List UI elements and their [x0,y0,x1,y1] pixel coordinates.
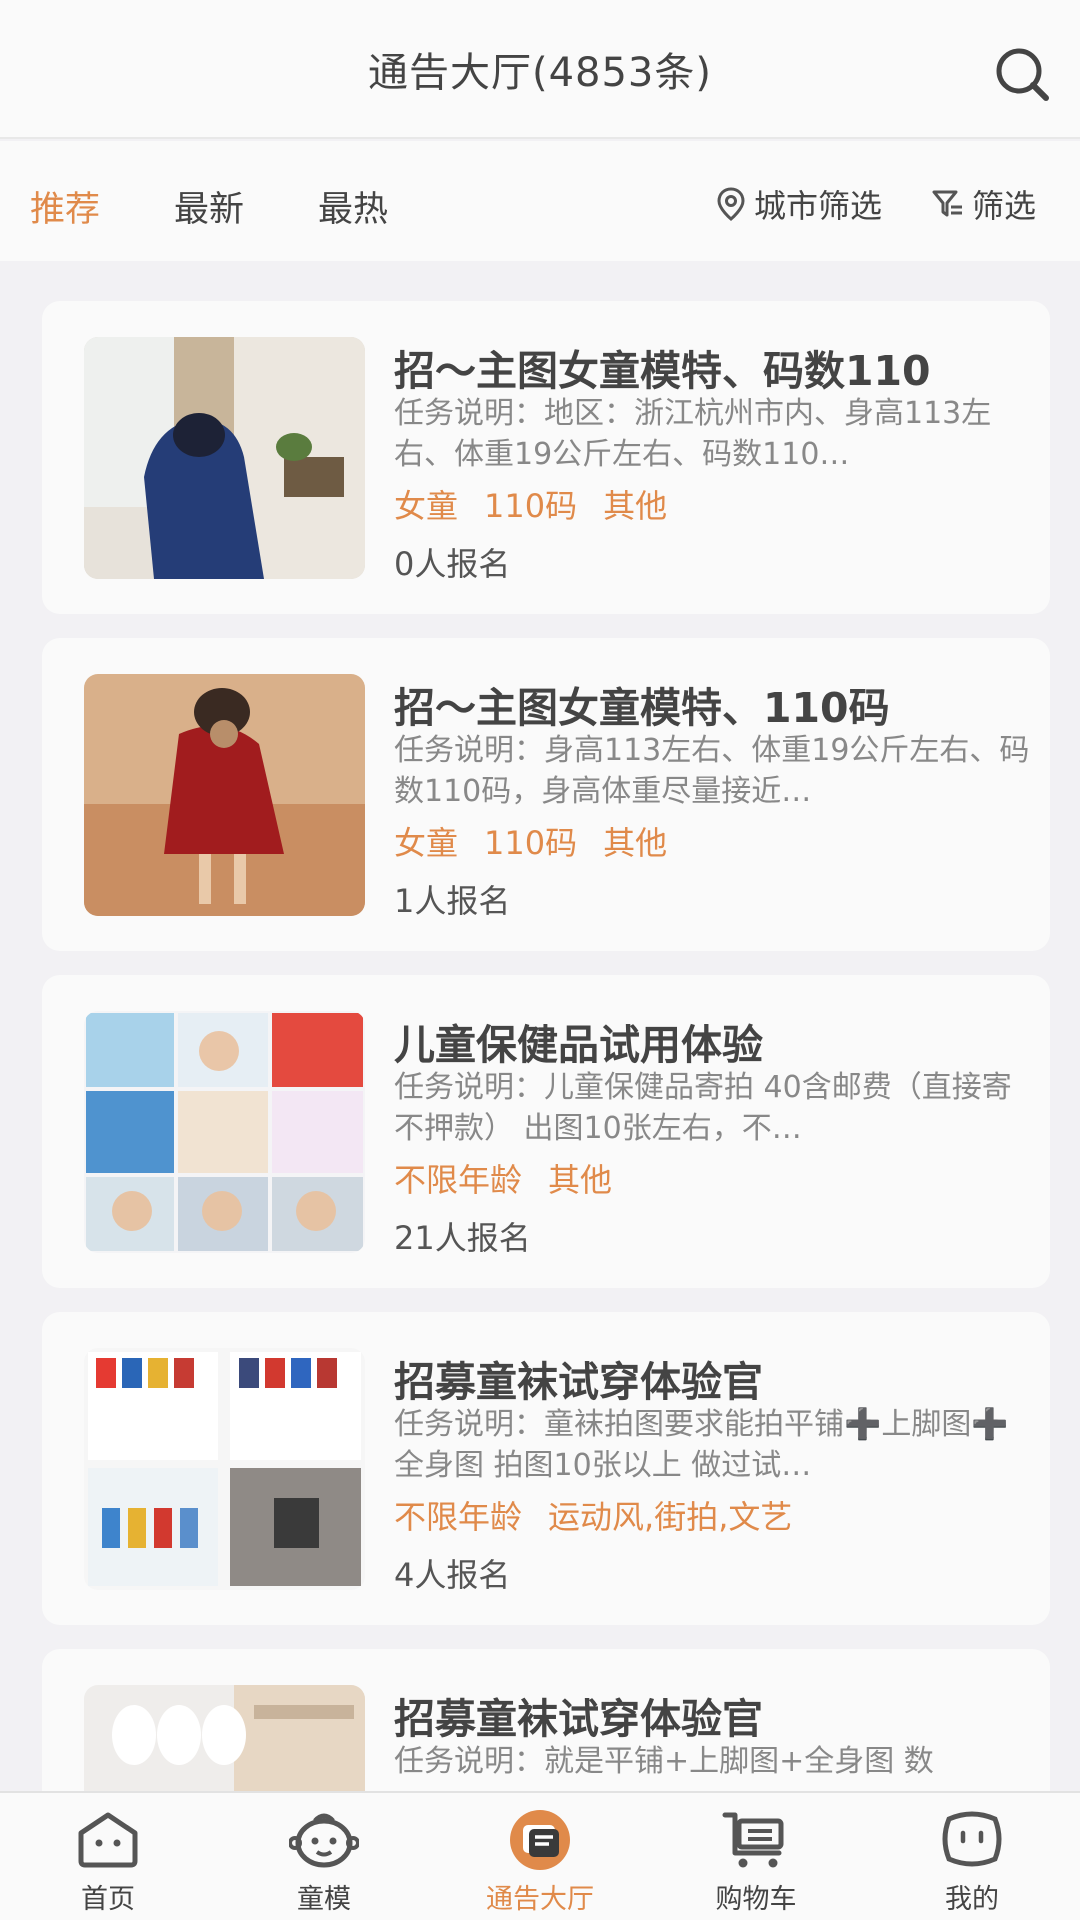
notice-title: 招募童袜试穿体验官 [394,1695,763,1743]
notice-tags: 不限年龄 其他 [394,1155,638,1201]
tabbar-item-child-model[interactable]: 童模 [216,1793,432,1920]
notice-thumbnail [84,1685,365,1791]
profile-icon [942,1811,1002,1867]
location-pin-icon [717,187,745,221]
notice-thumbnail [84,1011,365,1253]
notice-thumbnail [84,674,365,916]
notice-thumbnail [84,1348,365,1590]
notice-card[interactable]: 儿童保健品试用体验 任务说明：儿童保健品寄拍 40含邮费（直接寄不押款） 出图1… [42,975,1050,1288]
tabbar-label: 童模 [297,1884,351,1915]
filter-label: 筛选 [972,187,1037,225]
bottom-tab-bar: 首页 童模 通告大厅 购物车 我的 [0,1791,1080,1920]
tabbar-label: 购物车 [715,1884,797,1915]
tab-hottest[interactable]: 最热 [318,181,388,232]
signup-count: 4人报名 [394,1556,511,1594]
tag: 110码 [484,487,578,525]
home-icon [78,1812,138,1868]
notice-hall-icon [510,1810,570,1870]
tag: 110码 [484,824,578,862]
notice-tags: 女童 110码 其他 [394,481,693,527]
tabbar-label: 通告大厅 [486,1884,594,1915]
notice-thumbnail [84,337,365,579]
notice-description: 任务说明：童袜拍图要求能拍平铺➕上脚图➕全身图 拍图10张以上 做过试… [394,1407,1009,1483]
tabbar-label: 我的 [945,1884,999,1915]
page-title: 通告大厅(4853条) [367,49,712,96]
signup-count: 21人报名 [394,1219,531,1257]
top-header: 通告大厅(4853条) [0,0,1080,139]
notice-card[interactable]: 招募童袜试穿体验官 任务说明：就是平铺+上脚图+全身图 数 [42,1649,1050,1791]
notice-list: 招～主图女童模特、码数110 任务说明：地区：浙江杭州市内、身高113左右、体重… [0,261,1080,1791]
tabbar-item-home[interactable]: 首页 [0,1793,216,1920]
cart-icon [722,1812,784,1868]
notice-description: 任务说明：就是平铺+上脚图+全身图 数 [394,1744,934,1779]
notice-tags: 不限年龄 运动风,街拍,文艺 [394,1492,818,1538]
tabbar-item-cart[interactable]: 购物车 [648,1793,864,1920]
filter-button[interactable]: 筛选 [932,181,1036,227]
signup-count: 1人报名 [394,882,511,920]
notice-description: 任务说明：儿童保健品寄拍 40含邮费（直接寄不押款） 出图10张左右，不… [394,1070,1012,1146]
tag: 其他 [603,487,668,525]
tag: 不限年龄 [394,1498,523,1536]
baby-face-icon [289,1813,359,1868]
tabbar-item-mine[interactable]: 我的 [864,1793,1080,1920]
notice-description: 任务说明：地区：浙江杭州市内、身高113左右、体重19公斤左右、码数110… [394,396,992,472]
tabbar-item-notice-hall[interactable]: 通告大厅 [432,1793,648,1920]
notice-card[interactable]: 招～主图女童模特、码数110 任务说明：地区：浙江杭州市内、身高113左右、体重… [42,301,1050,614]
city-filter-label: 城市筛选 [754,187,883,225]
tabbar-label: 首页 [81,1884,135,1915]
notice-description: 任务说明：身高113左右、体重19公斤左右、码数110码，身高体重尽量接近… [394,733,1030,809]
tag: 运动风,街拍,文艺 [548,1498,793,1536]
tag: 其他 [548,1161,613,1199]
signup-count: 0人报名 [394,545,511,583]
notice-card[interactable]: 招～主图女童模特、110码 任务说明：身高113左右、体重19公斤左右、码数11… [42,638,1050,951]
notice-tags: 女童 110码 其他 [394,818,693,864]
tab-latest[interactable]: 最新 [174,181,244,232]
tag: 其他 [603,824,668,862]
filter-funnel-icon [932,190,962,217]
tag: 不限年龄 [394,1161,523,1199]
notice-title: 招～主图女童模特、110码 [394,684,890,732]
notice-card[interactable]: 招募童袜试穿体验官 任务说明：童袜拍图要求能拍平铺➕上脚图➕全身图 拍图10张以… [42,1312,1050,1625]
notice-title: 儿童保健品试用体验 [394,1021,763,1069]
filter-bar: 推荐 最新 最热 城市筛选 筛选 [0,141,1080,261]
notice-title: 招募童袜试穿体验官 [394,1358,763,1406]
city-filter-button[interactable]: 城市筛选 [716,181,882,227]
tab-recommend[interactable]: 推荐 [30,181,100,232]
notice-title: 招～主图女童模特、码数110 [394,347,931,395]
search-icon[interactable] [992,44,1052,104]
tag: 女童 [394,824,459,862]
tag: 女童 [394,487,459,525]
